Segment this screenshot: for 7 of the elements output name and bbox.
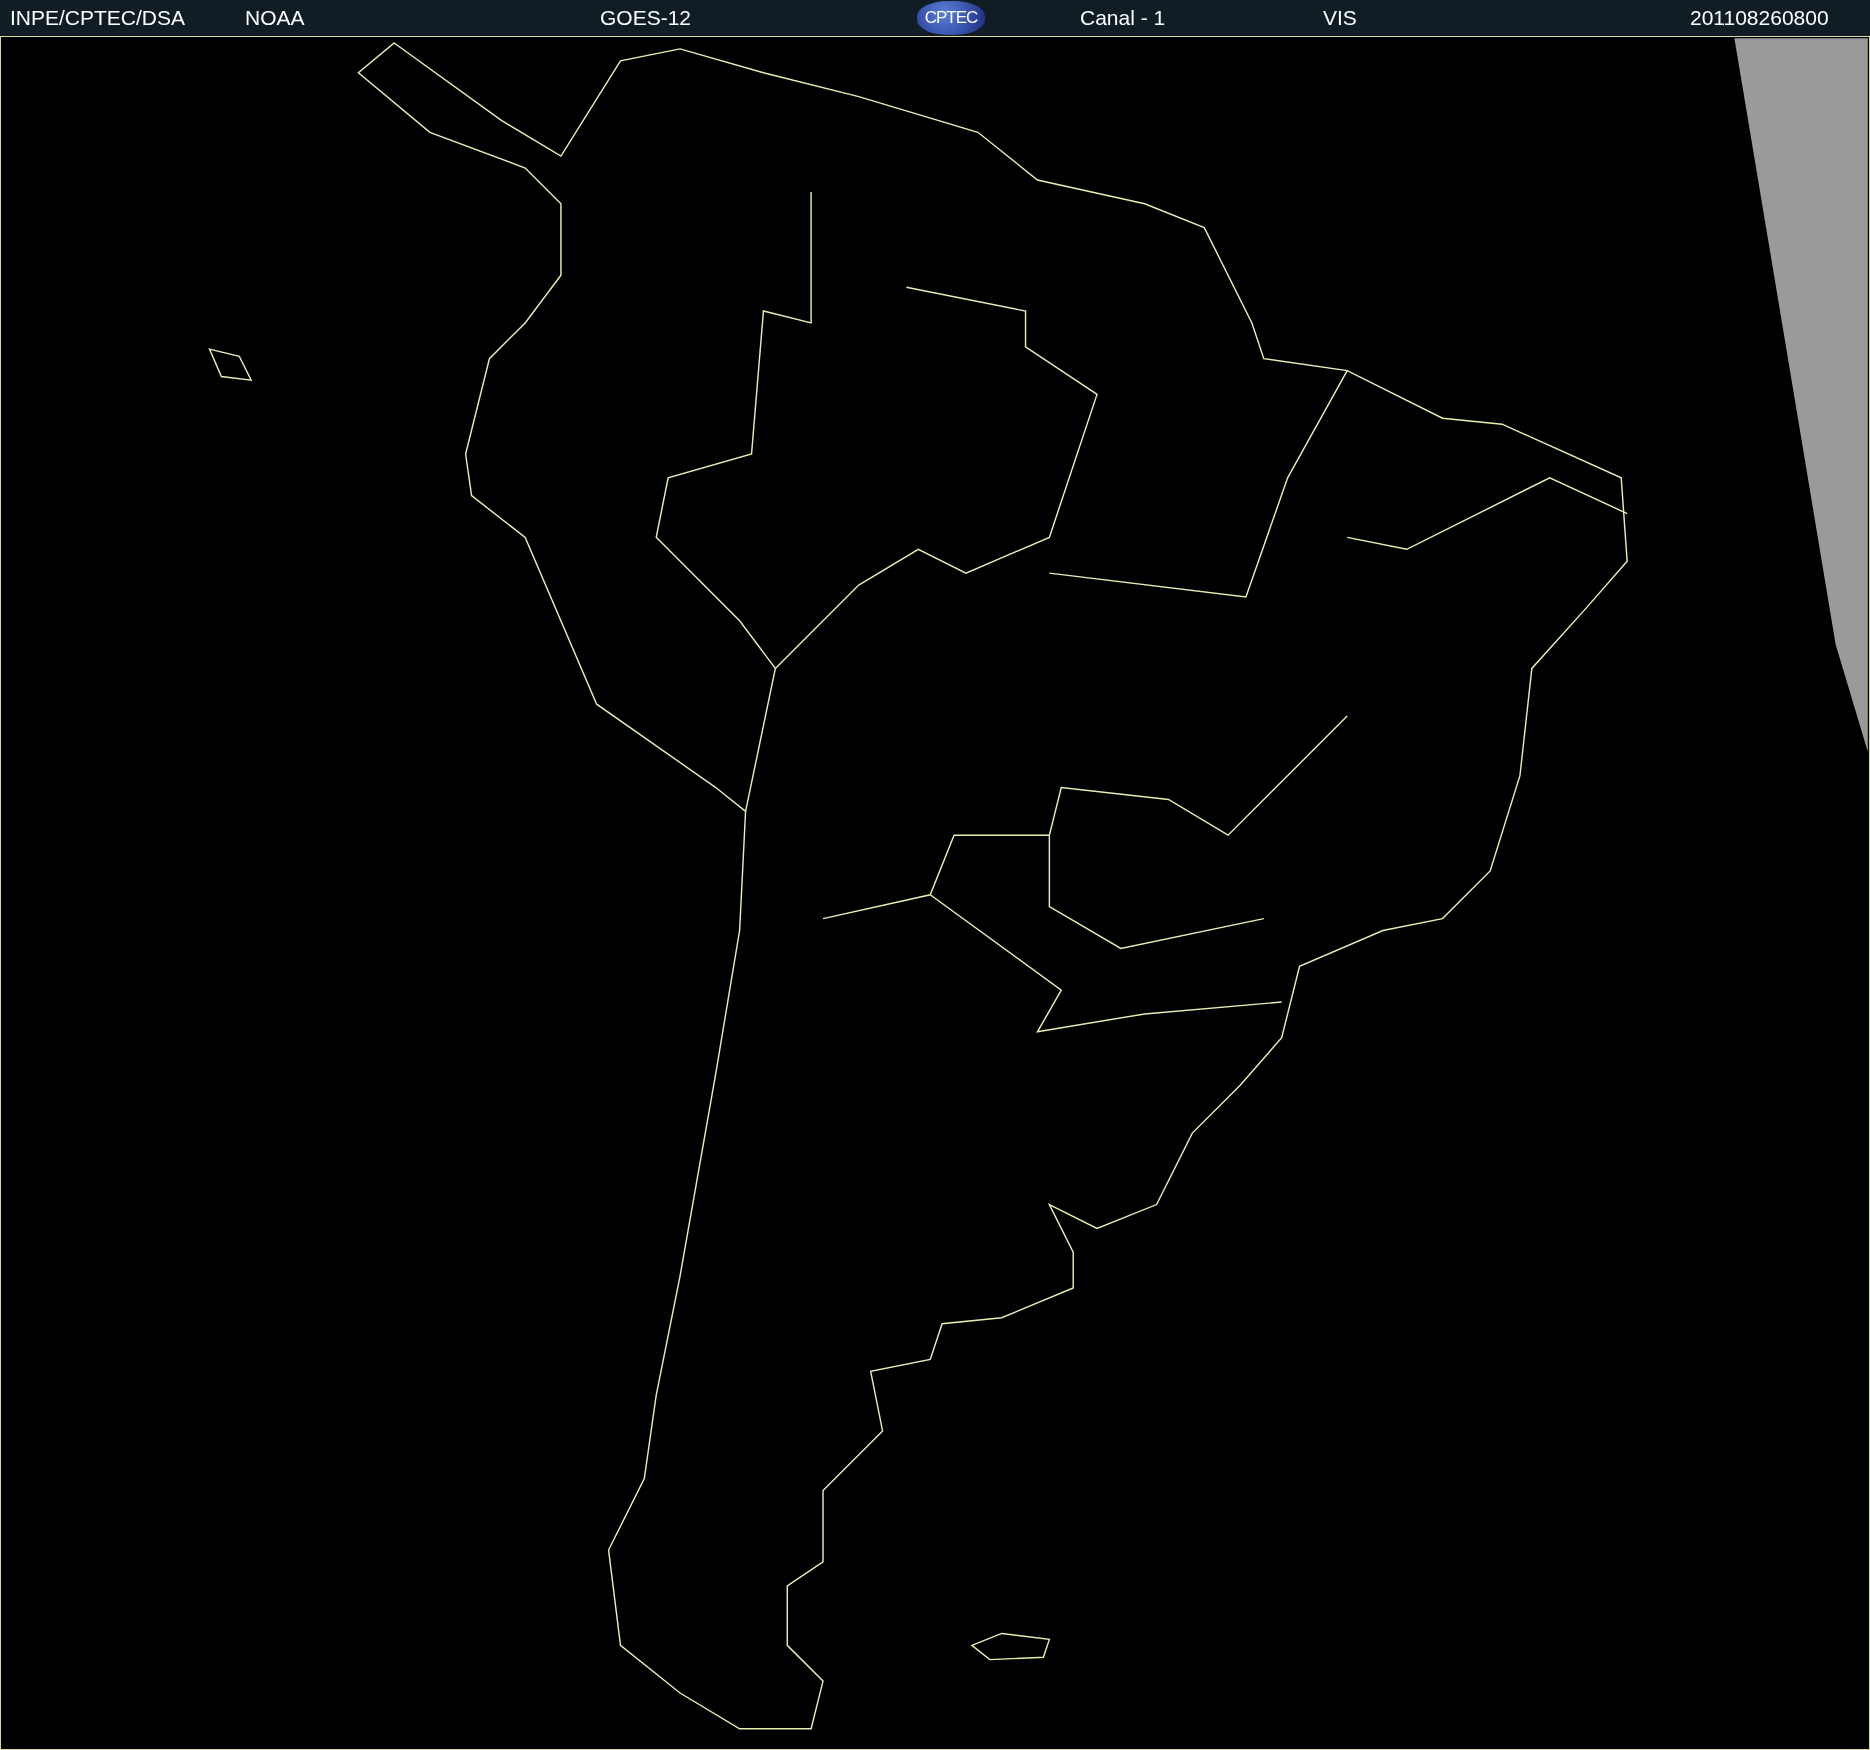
header-label: VIS bbox=[1323, 5, 1358, 31]
header-label: INPE/CPTEC/DSA bbox=[10, 5, 187, 31]
header-label: 201108260800 bbox=[1690, 5, 1829, 31]
header-label: Canal - 1 bbox=[1080, 5, 1167, 31]
header-label: GOES-12 bbox=[600, 5, 693, 31]
header-label: NOAA bbox=[245, 5, 306, 31]
logo: CPTEC bbox=[917, 1, 985, 35]
